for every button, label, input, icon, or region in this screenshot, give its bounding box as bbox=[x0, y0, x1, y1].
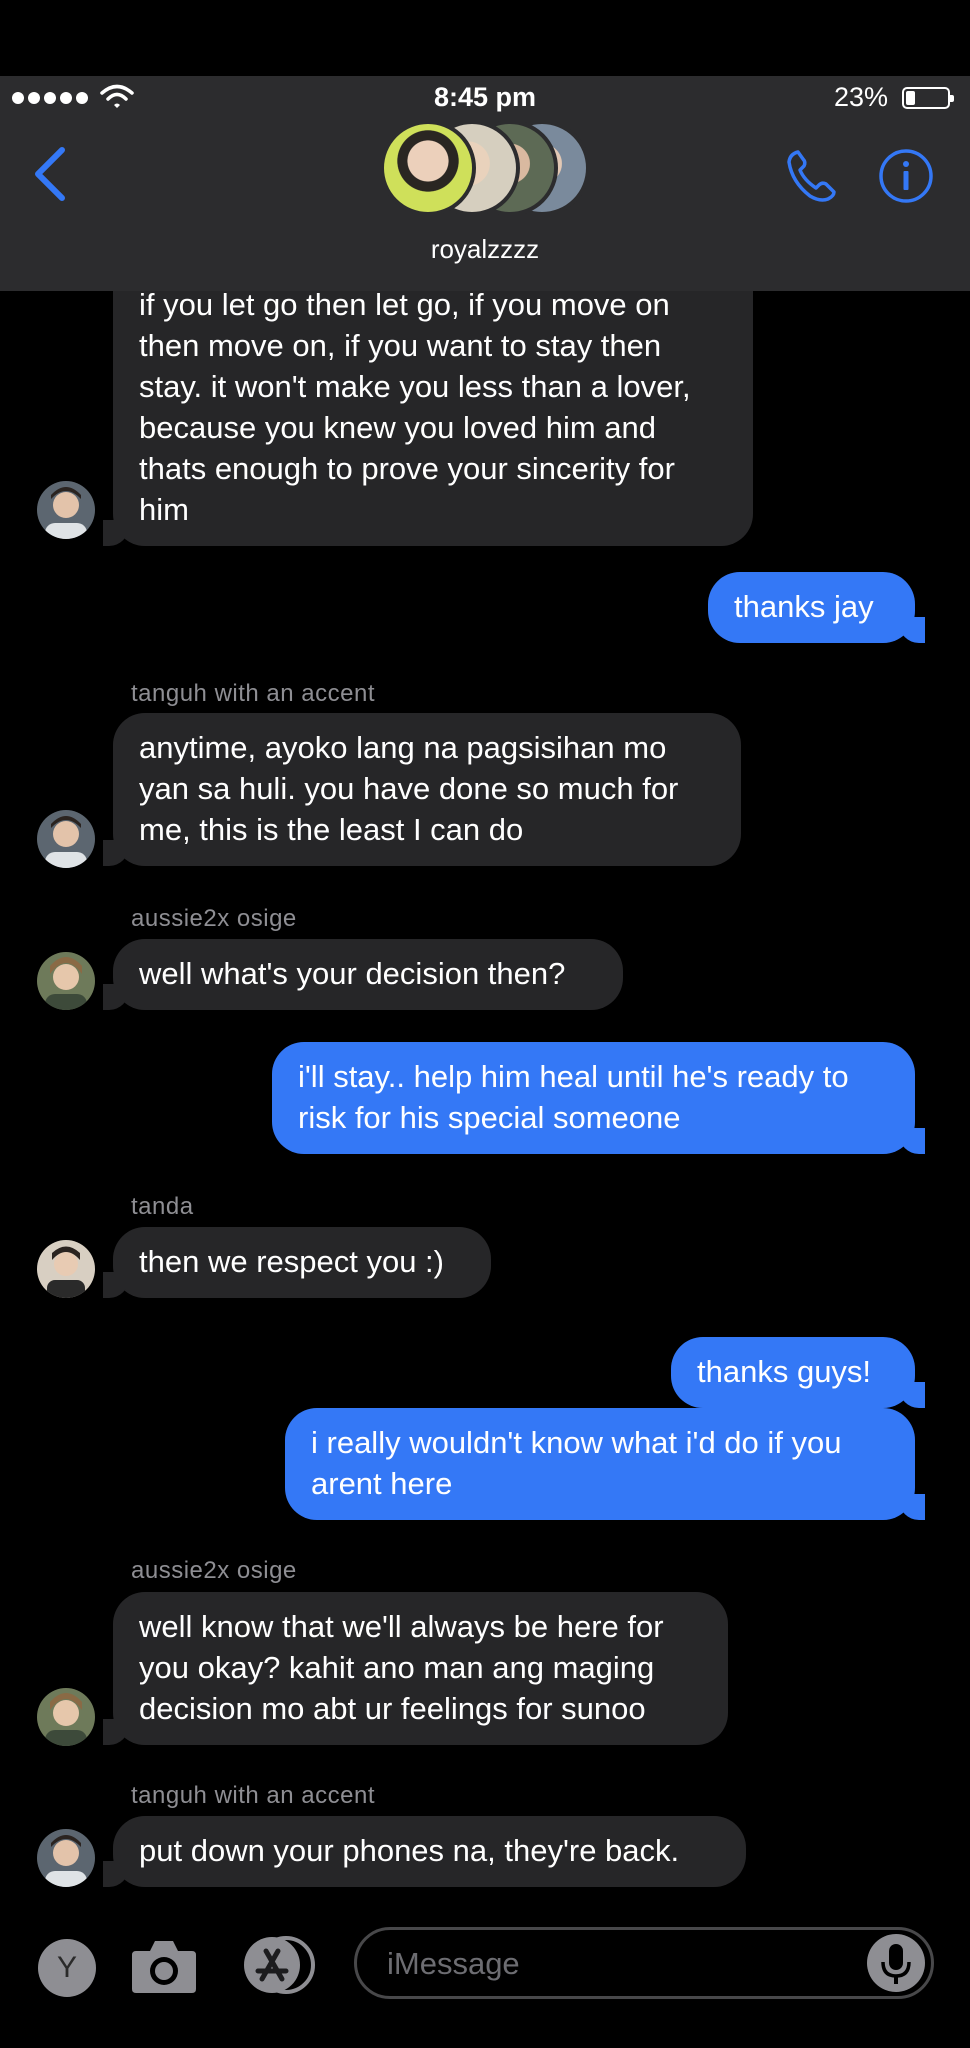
phone-icon[interactable] bbox=[784, 148, 840, 204]
imessage-input[interactable]: iMessage bbox=[354, 1927, 934, 1999]
sender-name: aussie2x osige bbox=[131, 905, 297, 932]
message-text: put down your phones na, they're back. bbox=[139, 1833, 680, 1868]
group-avatars[interactable] bbox=[380, 120, 590, 216]
avatar[interactable] bbox=[37, 1240, 95, 1298]
message-text: i really wouldn't know what i'd do if yo… bbox=[311, 1425, 842, 1501]
sender-name: aussie2x osige bbox=[131, 1557, 297, 1584]
camera-icon[interactable] bbox=[130, 1935, 198, 1995]
back-chevron-icon[interactable] bbox=[30, 146, 70, 202]
input-placeholder: iMessage bbox=[387, 1946, 520, 1981]
message-bubble-outgoing[interactable]: i'll stay.. help him heal until he's rea… bbox=[272, 1042, 925, 1154]
battery-fill bbox=[906, 91, 915, 105]
message-bubble-outgoing[interactable]: thanks guys! bbox=[671, 1337, 925, 1408]
message-bubble-incoming[interactable]: well what's your decision then? bbox=[103, 939, 623, 1010]
avatar bbox=[380, 120, 476, 216]
message-bubble-incoming[interactable]: if you let go then let go, if you move o… bbox=[103, 270, 753, 546]
avatar[interactable] bbox=[37, 810, 95, 868]
message-text: thanks guys! bbox=[697, 1354, 872, 1389]
message-text: anytime, ayoko lang na pagsisihan mo yan… bbox=[139, 730, 679, 847]
message-text: well what's your decision then? bbox=[139, 956, 566, 991]
sender-name: tanguh with an accent bbox=[131, 680, 375, 707]
status-time: 8:45 pm bbox=[433, 82, 537, 112]
avatar[interactable] bbox=[37, 952, 95, 1010]
avatar[interactable] bbox=[37, 1829, 95, 1887]
microphone-icon bbox=[881, 1944, 911, 1984]
message-bubble-outgoing[interactable]: thanks jay bbox=[708, 572, 925, 643]
message-text: thanks jay bbox=[734, 589, 874, 624]
message-bubble-incoming[interactable]: well know that we'll always be here for … bbox=[103, 1592, 728, 1745]
compose-bar: Y iMessage bbox=[0, 1905, 970, 2048]
app-store-icon[interactable] bbox=[240, 1935, 320, 1995]
message-text: if you let go then let go, if you move o… bbox=[139, 287, 691, 527]
message-bubble-incoming[interactable]: put down your phones na, they're back. bbox=[103, 1816, 746, 1887]
message-bubble-incoming[interactable]: anytime, ayoko lang na pagsisihan mo yan… bbox=[103, 713, 741, 866]
avatar[interactable] bbox=[37, 481, 95, 539]
microphone-button[interactable] bbox=[867, 1934, 925, 1992]
group-name[interactable]: royalzzzz bbox=[0, 234, 970, 265]
info-icon[interactable] bbox=[878, 148, 934, 204]
sender-name: tanguh with an accent bbox=[131, 1782, 375, 1809]
battery-icon bbox=[902, 87, 954, 109]
message-bubble-outgoing[interactable]: i really wouldn't know what i'd do if yo… bbox=[285, 1408, 925, 1520]
message-text: i'll stay.. help him heal until he's rea… bbox=[298, 1059, 849, 1135]
conversation-header: 8:45 pm 23% royalzzzz bbox=[0, 76, 970, 291]
message-bubble-incoming[interactable]: then we respect you :) bbox=[103, 1227, 491, 1298]
battery-percentage: 23% bbox=[833, 82, 888, 112]
apps-button[interactable]: Y bbox=[38, 1939, 96, 1997]
avatar[interactable] bbox=[37, 1688, 95, 1746]
message-text: well know that we'll always be here for … bbox=[139, 1609, 664, 1726]
message-text: then we respect you :) bbox=[139, 1244, 444, 1279]
sender-name: tanda bbox=[131, 1193, 194, 1220]
